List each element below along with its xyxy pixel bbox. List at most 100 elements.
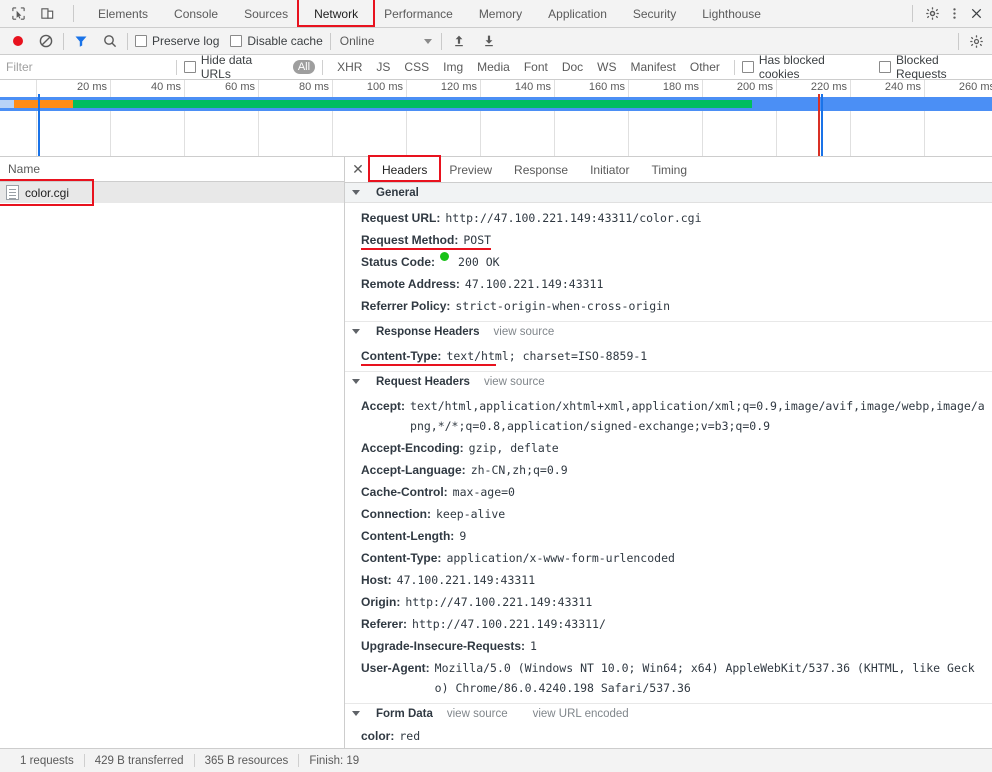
import-up-arrow-icon[interactable] [449,31,469,51]
search-icon[interactable] [100,31,120,51]
filter-divider-1 [175,59,177,75]
throttling-select[interactable]: Online [338,34,435,48]
network-overview-timeline[interactable]: 20 ms 40 ms 60 ms 80 ms 100 ms 120 ms 14… [0,80,992,157]
close-icon[interactable] [966,4,986,24]
tick-140ms: 140 ms [481,80,555,156]
toolbar-right-icons [905,4,992,24]
hide-data-urls-checkbox[interactable]: Hide data URLs [183,53,285,81]
preserve-log-label: Preserve log [152,34,220,48]
type-filter-media[interactable]: Media [470,59,517,75]
tab-lighthouse[interactable]: Lighthouse [689,0,774,27]
timeline-segment-queue [0,100,14,108]
tick-label-240ms: 240 ms [884,81,921,93]
form-data-row-color: color: red [345,725,992,747]
tab-sources[interactable]: Sources [231,0,301,27]
header-value: Mozilla/5.0 (Windows NT 10.0; Win64; x64… [434,661,975,695]
tab-preview[interactable]: Preview [438,157,503,182]
funnel-filter-icon[interactable] [71,31,91,51]
network-settings-gear-icon[interactable] [966,31,986,51]
tab-initiator[interactable]: Initiator [579,157,640,182]
status-bar: 1 requests 429 B transferred 365 B resou… [0,748,992,772]
tab-headers[interactable]: Headers [371,157,438,182]
tab-elements[interactable]: Elements [85,0,161,27]
header-value: 1 [530,639,537,653]
header-row-referrer-policy: Referrer Policy: strict-origin-when-cros… [345,295,992,317]
tab-console[interactable]: Console [161,0,231,27]
section-request-headers-header[interactable]: Request Headers view source [345,371,992,391]
header-value: POST [463,233,492,247]
request-name-label: color.cgi [25,185,70,200]
tab-timing[interactable]: Timing [640,157,698,182]
type-filter-css[interactable]: CSS [397,59,436,75]
device-toggle-icon[interactable] [37,4,57,24]
preserve-log-checkbox[interactable]: Preserve log [135,34,219,48]
response-view-source-link[interactable]: view source [494,326,555,338]
clear-prohibited-icon[interactable] [36,31,56,51]
chevron-down-icon [352,379,360,384]
tab-headers-label: Headers [382,162,428,177]
chevron-down-icon [352,329,360,334]
timeline-request-band [0,97,992,111]
tab-performance[interactable]: Performance [371,0,466,27]
table-row[interactable]: color.cgi [0,182,344,203]
header-value: strict-origin-when-cross-origin [455,299,671,313]
kebab-menu-icon[interactable] [944,4,964,24]
type-filter-img[interactable]: Img [436,59,470,75]
filter-input[interactable] [0,55,169,79]
form-data-value: red [399,729,421,743]
form-data-view-source-link[interactable]: view source [447,708,508,720]
type-filter-font[interactable]: Font [517,59,555,75]
export-down-arrow-icon[interactable] [479,31,499,51]
tab-timing-label: Timing [651,162,688,177]
tab-response[interactable]: Response [503,157,579,182]
tab-preview-label: Preview [449,162,493,177]
request-list-body[interactable]: color.cgi [0,182,344,748]
record-circle-icon[interactable] [8,31,28,51]
toolbar-divider-right [912,5,913,22]
close-icon[interactable]: ✕ [345,157,371,182]
header-row-connection: Connection: keep-alive [345,503,992,525]
request-view-source-link[interactable]: view source [484,376,545,388]
type-filter-js[interactable]: JS [369,59,397,75]
section-general-header[interactable]: General [345,183,992,203]
header-row-origin: Origin: http://47.100.221.149:43311 [345,591,992,613]
type-filter-doc[interactable]: Doc [555,59,590,75]
header-name: Request Method: [361,233,459,247]
header-value: 47.100.221.149:43311 [464,277,604,291]
tab-application[interactable]: Application [535,0,620,27]
disable-cache-checkbox[interactable]: Disable cache [230,34,323,48]
header-value: max-age=0 [452,485,515,499]
disable-cache-label: Disable cache [247,34,323,48]
has-blocked-cookies-label: Has blocked cookies [758,53,825,81]
status-transferred: 429 B transferred [94,754,184,767]
chevron-down-icon [424,38,433,44]
section-response-headers-header[interactable]: Response Headers view source [345,321,992,341]
headers-panel[interactable]: General Request URL: http://47.100.221.1… [345,183,992,748]
type-filter-all[interactable]: All [292,60,316,74]
tick-60ms: 60 ms [185,80,259,156]
tab-lighthouse-label: Lighthouse [702,6,761,21]
request-details-pane: ✕ Headers Preview Response Initiator Tim… [345,157,992,748]
tab-memory[interactable]: Memory [466,0,535,27]
blocked-requests-checkbox[interactable]: Blocked Requests [879,53,992,81]
gear-icon[interactable] [922,4,942,24]
tab-security[interactable]: Security [620,0,689,27]
type-filter-ws[interactable]: WS [590,59,623,75]
inspect-cursor-icon[interactable] [8,4,28,24]
type-filter-xhr[interactable]: XHR [330,59,369,75]
section-request-headers-title: Request Headers [376,375,470,388]
type-filter-manifest[interactable]: Manifest [624,59,683,75]
header-value: http://47.100.221.149:43311/color.cgi [445,211,702,225]
type-filter-other[interactable]: Other [683,59,727,75]
tick-80ms: 80 ms [259,80,333,156]
request-headers-items: Accept: text/html,application/xhtml+xml,… [345,391,992,703]
header-row-status-code: Status Code: 200 OK [345,251,992,273]
tick-label-40ms: 40 ms [151,81,181,93]
toolbar-divider-5 [958,32,959,50]
form-data-view-url-encoded-link[interactable]: view URL encoded [533,708,629,720]
header-name: Accept-Language: [361,463,466,477]
tab-network[interactable]: Network [301,0,371,27]
document-icon [6,185,19,200]
has-blocked-cookies-checkbox[interactable]: Has blocked cookies [741,53,868,81]
section-form-data-header[interactable]: Form Data view source view URL encoded [345,703,992,723]
